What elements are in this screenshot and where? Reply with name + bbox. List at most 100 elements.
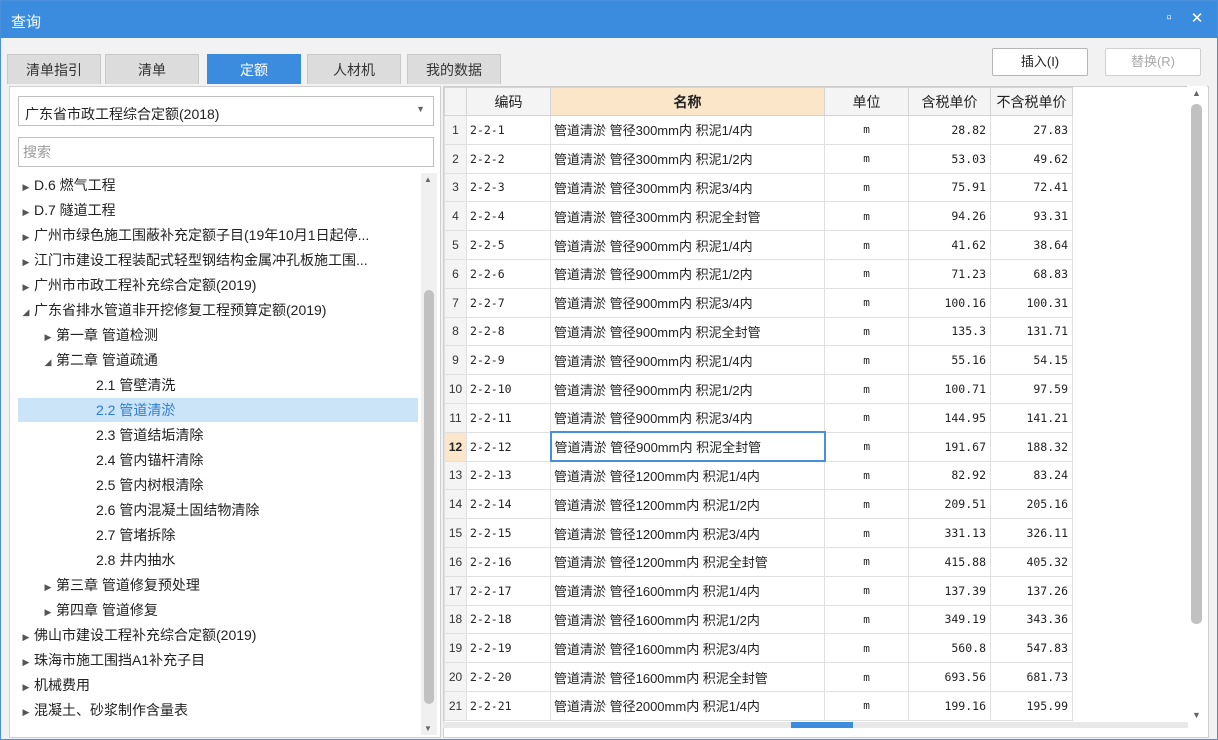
price-notax-cell[interactable]: 405.32	[990, 546, 1073, 577]
price-tax-cell[interactable]: 331.13	[908, 518, 991, 548]
replace-button[interactable]: 替换(R)	[1105, 48, 1201, 76]
name-cell[interactable]: 管道清淤 管径300mm内 积泥全封管	[550, 201, 825, 232]
price-notax-cell[interactable]: 205.16	[990, 489, 1073, 520]
tree-node[interactable]: 2.5 管内树根清除	[18, 473, 418, 497]
table-row[interactable]: 12 2-2-12 管道清淤 管径900mm内 积泥全封管 m 191.67 188.32	[444, 431, 1183, 463]
unit-cell[interactable]: m	[824, 316, 909, 347]
price-tax-cell[interactable]: 191.67	[908, 431, 991, 462]
price-tax-cell[interactable]: 693.56	[908, 662, 991, 692]
name-cell[interactable]: 管道清淤 管径1200mm内 积泥1/2内	[550, 489, 825, 520]
table-row[interactable]: 18 2-2-18 管道清淤 管径1600mm内 积泥1/2内 m 349.19 343.…	[444, 604, 1183, 635]
unit-cell[interactable]: m	[824, 345, 909, 376]
price-tax-cell[interactable]: 144.95	[908, 402, 991, 433]
unit-cell[interactable]: m	[824, 143, 909, 174]
code-cell[interactable]: 2-2-19	[466, 633, 551, 664]
price-notax-cell[interactable]: 131.71	[990, 316, 1073, 347]
collapsed-arrow-icon[interactable]: ▶	[18, 200, 34, 224]
collapsed-arrow-icon[interactable]: ▶	[18, 675, 34, 699]
collapsed-arrow-icon[interactable]: ▶	[18, 225, 34, 249]
tree-scrollbar[interactable]: ▲ ▼	[421, 173, 437, 735]
code-cell[interactable]: 2-2-10	[466, 374, 551, 404]
table-row[interactable]: 20 2-2-20 管道清淤 管径1600mm内 积泥全封管 m 693.56 681.7…	[444, 662, 1183, 692]
table-row[interactable]: 6 2-2-6 管道清淤 管径900mm内 积泥1/2内 m 71.23 68.83	[444, 258, 1183, 289]
price-tax-cell[interactable]: 82.92	[908, 460, 991, 491]
tab-my-data[interactable]: 我的数据	[407, 54, 501, 84]
row-number-cell[interactable]: 5	[444, 230, 467, 260]
table-row[interactable]: 17 2-2-17 管道清淤 管径1600mm内 积泥1/4内 m 137.39 137.…	[444, 575, 1183, 606]
name-cell[interactable]: 管道清淤 管径1600mm内 积泥3/4内	[550, 633, 825, 664]
table-row[interactable]: 2 2-2-2 管道清淤 管径300mm内 积泥1/2内 m 53.03 49.62	[444, 143, 1183, 174]
row-number-cell[interactable]: 15	[444, 518, 467, 548]
code-cell[interactable]: 2-2-18	[466, 604, 551, 635]
unit-cell[interactable]: m	[824, 575, 909, 606]
table-row[interactable]: 8 2-2-8 管道清淤 管径900mm内 积泥全封管 m 135.3 131.71	[444, 316, 1183, 347]
name-cell[interactable]: 管道清淤 管径1200mm内 积泥3/4内	[550, 518, 825, 548]
tree-node[interactable]: 2.8 井内抽水	[18, 548, 418, 572]
table-row[interactable]: 5 2-2-5 管道清淤 管径900mm内 积泥1/4内 m 41.62 38.64	[444, 230, 1183, 260]
price-tax-cell[interactable]: 41.62	[908, 230, 991, 260]
table-row[interactable]: 1 2-2-1 管道清淤 管径300mm内 积泥1/4内 m 28.82 27.83	[444, 115, 1183, 145]
code-cell[interactable]: 2-2-4	[466, 201, 551, 232]
tree-node[interactable]: 2.4 管内锚杆清除	[18, 448, 418, 472]
tree-node[interactable]: ◢ 第二章 管道疏通	[18, 348, 418, 372]
title-bar[interactable]: 查询 ▫ ✕	[1, 1, 1217, 38]
price-notax-cell[interactable]: 326.11	[990, 518, 1073, 548]
tree-node[interactable]: ▶ 第三章 管道修复预处理	[18, 573, 418, 597]
tree-scroll-thumb[interactable]	[424, 290, 434, 704]
scroll-up-icon[interactable]: ▲	[1192, 88, 1201, 98]
price-tax-cell[interactable]: 71.23	[908, 258, 991, 289]
table-row[interactable]: 10 2-2-10 管道清淤 管径900mm内 积泥1/2内 m 100.71 97.59	[444, 374, 1183, 404]
name-cell[interactable]: 管道清淤 管径2000mm内 积泥1/4内	[550, 690, 825, 721]
table-row[interactable]: 14 2-2-14 管道清淤 管径1200mm内 积泥1/2内 m 209.51 205.…	[444, 489, 1183, 520]
row-number-cell[interactable]: 7	[444, 287, 467, 318]
table-row[interactable]: 4 2-2-4 管道清淤 管径300mm内 积泥全封管 m 94.26 93.31	[444, 201, 1183, 232]
name-cell[interactable]: 管道清淤 管径300mm内 积泥3/4内	[550, 172, 825, 203]
tab-bill-guide[interactable]: 清单指引	[7, 54, 101, 84]
tree-node[interactable]: ▶ 广州市绿色施工围蔽补充定额子目(19年10月1日起停...	[18, 223, 418, 247]
price-tax-cell[interactable]: 75.91	[908, 172, 991, 203]
row-number-cell[interactable]: 9	[444, 345, 467, 376]
name-cell[interactable]: 管道清淤 管径900mm内 积泥3/4内	[550, 287, 825, 318]
price-tax-cell[interactable]: 199.16	[908, 690, 991, 721]
collapsed-arrow-icon[interactable]: ▶	[18, 700, 34, 724]
code-cell[interactable]: 2-2-16	[466, 546, 551, 577]
row-number-cell[interactable]: 3	[444, 172, 467, 203]
price-tax-cell[interactable]: 137.39	[908, 575, 991, 606]
price-notax-cell[interactable]: 188.32	[990, 431, 1073, 462]
price-notax-cell[interactable]: 93.31	[990, 201, 1073, 232]
row-number-cell[interactable]: 16	[444, 546, 467, 577]
tree-node[interactable]: ▶ D.7 隧道工程	[18, 198, 418, 222]
name-cell[interactable]: 管道清淤 管径900mm内 积泥3/4内	[550, 402, 825, 433]
code-cell[interactable]: 2-2-7	[466, 287, 551, 318]
name-cell[interactable]: 管道清淤 管径900mm内 积泥1/4内	[550, 230, 825, 260]
expanded-arrow-icon[interactable]: ◢	[18, 300, 34, 324]
unit-cell[interactable]: m	[824, 546, 909, 577]
code-cell[interactable]: 2-2-17	[466, 575, 551, 606]
code-cell[interactable]: 2-2-13	[466, 460, 551, 491]
price-notax-cell[interactable]: 141.21	[990, 402, 1073, 433]
price-notax-cell[interactable]: 343.36	[990, 604, 1073, 635]
row-number-cell[interactable]: 6	[444, 258, 467, 289]
unit-cell[interactable]: m	[824, 662, 909, 692]
tree-node[interactable]: 2.3 管道结垢清除	[18, 423, 418, 447]
price-tax-cell[interactable]: 135.3	[908, 316, 991, 347]
search-input[interactable]	[18, 137, 434, 167]
price-notax-cell[interactable]: 97.59	[990, 374, 1073, 404]
tree-node[interactable]: ▶ 第一章 管道检测	[18, 323, 418, 347]
collapsed-arrow-icon[interactable]: ▶	[18, 625, 34, 649]
table-row[interactable]: 21 2-2-21 管道清淤 管径2000mm内 积泥1/4内 m 199.16 195.…	[444, 690, 1183, 721]
code-cell[interactable]: 2-2-15	[466, 518, 551, 548]
row-number-cell[interactable]: 21	[444, 690, 467, 721]
name-cell[interactable]: 管道清淤 管径300mm内 积泥1/2内	[550, 143, 825, 174]
tree-node[interactable]: ▶ 佛山市建设工程补充综合定额(2019)	[18, 623, 418, 647]
code-column-header[interactable]: 编码	[466, 87, 551, 116]
unit-cell[interactable]: m	[824, 172, 909, 203]
tree-node[interactable]: 2.2 管道清淤	[18, 398, 418, 422]
row-number-cell[interactable]: 18	[444, 604, 467, 635]
price-tax-cell[interactable]: 209.51	[908, 489, 991, 520]
tab-quota[interactable]: 定额	[207, 54, 301, 84]
price-notax-cell[interactable]: 681.73	[990, 662, 1073, 692]
restore-icon[interactable]: ▫	[1159, 9, 1179, 26]
price-notax-cell[interactable]: 72.41	[990, 172, 1073, 203]
name-cell[interactable]: 管道清淤 管径900mm内 积泥1/4内	[550, 345, 825, 376]
